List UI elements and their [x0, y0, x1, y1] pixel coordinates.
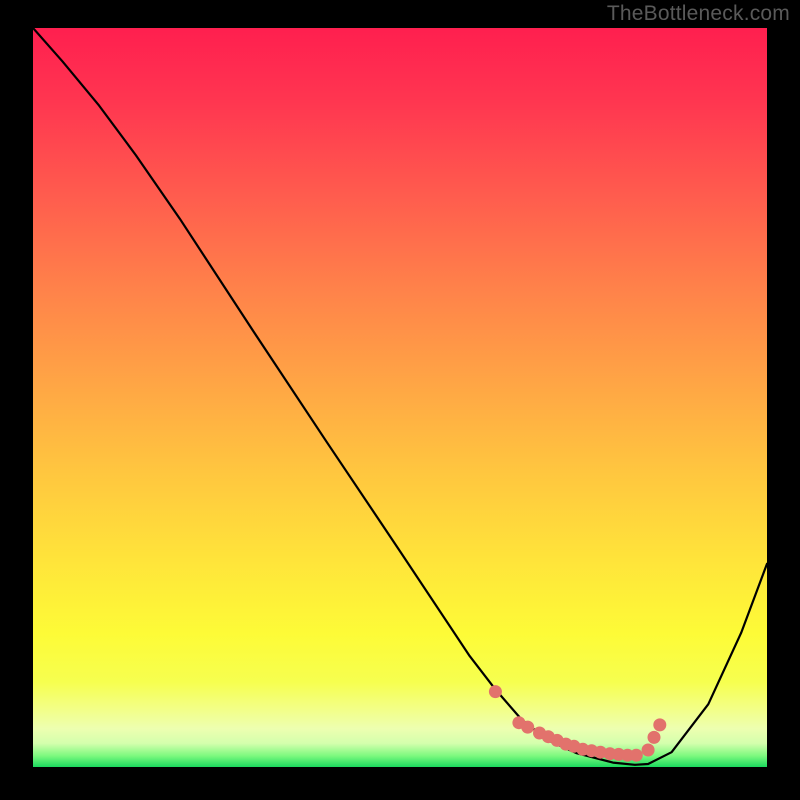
gradient-rect	[33, 28, 767, 767]
curve-marker	[653, 718, 666, 731]
curve-marker	[648, 731, 661, 744]
plot-svg	[33, 28, 767, 767]
curve-marker	[489, 685, 502, 698]
chart-stage: TheBottleneck.com	[0, 0, 800, 800]
watermark-text: TheBottleneck.com	[607, 2, 790, 26]
curve-marker	[642, 744, 655, 757]
curve-marker	[521, 721, 534, 734]
curve-marker	[630, 749, 643, 762]
plot-area	[33, 28, 767, 767]
